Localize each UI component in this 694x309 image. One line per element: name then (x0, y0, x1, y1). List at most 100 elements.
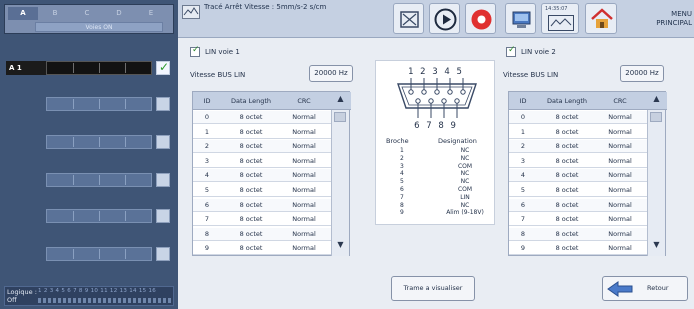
table-row[interactable]: 2 8 octet Normal (509, 140, 648, 154)
table-row[interactable]: 3 8 octet Normal (193, 155, 332, 168)
retour-button[interactable]: Retour (602, 276, 688, 301)
channel-tab-a[interactable]: A (8, 7, 38, 20)
logique-title: Logique : (7, 288, 37, 296)
cell-id: 8 (204, 229, 210, 238)
channel-tab-e[interactable]: E (136, 7, 166, 20)
table-row[interactable]: 8 8 octet Normal (509, 227, 648, 241)
play-button[interactable] (429, 3, 460, 34)
pin-number: 2 (400, 154, 404, 162)
track-divider (125, 99, 126, 109)
track-row-3[interactable] (0, 126, 178, 160)
track-row-a1[interactable]: A 1 ✓ (0, 52, 178, 86)
table-row[interactable]: 4 8 octet Normal (193, 169, 332, 183)
track-enable-checkbox[interactable] (156, 173, 170, 187)
table-row[interactable]: 4 8 octet Normal (509, 169, 648, 183)
track-row-6[interactable] (0, 238, 178, 272)
table-scrollbar[interactable]: ▲ ▼ (647, 94, 665, 256)
scroll-up-button[interactable]: ▲ (332, 92, 349, 106)
table-row[interactable]: 7 8 octet Normal (193, 213, 332, 227)
pin-number: 3 (400, 162, 404, 170)
track-enable-checkbox[interactable] (156, 135, 170, 149)
channel-tab-b[interactable]: B (40, 7, 70, 20)
retour-label: Retour (647, 284, 669, 292)
lin1-frame-table: ID Data Length CRC 0 8 octet Normal 1 8 octe… (192, 91, 351, 256)
toolbar: Tracé Arrêt Vitesse : 5mm/s-2 s/cm 14:35… (178, 0, 694, 38)
track-bar[interactable] (46, 209, 152, 223)
track-row-2[interactable] (0, 88, 178, 122)
main-menu-button[interactable]: MENU PRINCIPAL (622, 10, 692, 28)
zoom-button[interactable] (393, 3, 424, 34)
cell-crc: Normal (608, 113, 632, 121)
logique-strip[interactable]: Logique : Off 1 2 3 4 5 6 7 8 9 10 11 12… (4, 286, 174, 306)
table-row[interactable]: 6 8 octet Normal (509, 198, 648, 212)
cell-data-length: 8 octet (555, 244, 579, 253)
pin-number: 7 (400, 193, 404, 201)
track-bar[interactable] (46, 173, 152, 187)
col-crc-header: CRC (613, 97, 627, 105)
lin2-speed-button[interactable]: 20000 Hz (620, 65, 664, 82)
track-enable-checkbox[interactable] (156, 97, 170, 111)
trace-icon[interactable] (182, 5, 200, 19)
cell-id: 9 (204, 244, 210, 253)
track-row-4[interactable] (0, 164, 178, 198)
track-label (6, 135, 46, 149)
table-row[interactable]: 1 8 octet Normal (193, 126, 332, 139)
scroll-thumb[interactable] (650, 112, 662, 122)
track-divider (73, 137, 74, 147)
track-enable-checkbox[interactable] (156, 209, 170, 223)
back-arrow-icon (607, 281, 633, 297)
table-row[interactable]: 8 8 octet Normal (193, 227, 332, 241)
table-row[interactable]: 7 8 octet Normal (509, 213, 648, 227)
track-divider (99, 175, 100, 185)
table-row[interactable]: 0 8 octet Normal (509, 111, 648, 124)
table-row[interactable]: 9 8 octet Normal (509, 242, 648, 256)
logique-state: Off (7, 296, 17, 304)
track-bar[interactable] (46, 135, 152, 149)
track-enable-checkbox[interactable] (156, 247, 170, 261)
pin-designation: LIN (460, 193, 470, 201)
trame-visualiser-button[interactable]: Trame a visualiser (391, 276, 475, 301)
cell-crc: Normal (292, 200, 316, 209)
cell-data-length: 8 octet (239, 215, 263, 224)
scroll-up-button[interactable]: ▲ (648, 92, 665, 106)
cell-id: 0 (520, 113, 526, 121)
scroll-down-button[interactable]: ▼ (332, 238, 349, 252)
trace-icon (548, 15, 574, 31)
scroll-thumb[interactable] (334, 112, 346, 122)
save-button[interactable] (505, 3, 536, 34)
table-row[interactable]: 0 8 octet Normal (193, 111, 332, 124)
track-divider (99, 249, 100, 259)
clock-button[interactable]: 14:35:07 (541, 3, 579, 34)
cell-id: 3 (204, 156, 210, 165)
table-row[interactable]: 2 8 octet Normal (193, 140, 332, 154)
table-row[interactable]: 3 8 octet Normal (509, 155, 648, 168)
lin2-checkbox[interactable]: ✓ (506, 45, 516, 57)
lin1-checkbox[interactable]: ✓ (190, 45, 200, 57)
scroll-down-button[interactable]: ▼ (648, 238, 665, 252)
col-id-header: ID (203, 97, 211, 105)
track-bar[interactable] (46, 61, 152, 75)
record-button[interactable] (465, 3, 496, 34)
track-label (6, 209, 46, 223)
channel-tab-c[interactable]: C (72, 7, 102, 20)
cell-id: 5 (520, 186, 526, 194)
table-row[interactable]: 6 8 octet Normal (193, 198, 332, 212)
table-row[interactable]: 1 8 octet Normal (509, 126, 648, 139)
track-bar[interactable] (46, 247, 152, 261)
table-row[interactable]: 9 8 octet Normal (193, 242, 332, 256)
table-row[interactable]: 5 8 octet Normal (193, 184, 332, 197)
lin1-speed-button[interactable]: 20000 Hz (309, 65, 353, 82)
cell-crc: Normal (608, 171, 632, 180)
track-bar[interactable] (46, 97, 152, 111)
cell-id: 2 (520, 142, 526, 151)
track-row-5[interactable] (0, 200, 178, 234)
voies-on-label[interactable]: Voies ON (35, 22, 163, 32)
cell-id: 5 (204, 186, 210, 194)
track-divider (73, 175, 74, 185)
pin-designation: NC (460, 170, 470, 178)
table-row[interactable]: 5 8 octet Normal (509, 184, 648, 197)
home-button[interactable] (585, 3, 617, 34)
channel-tab-d[interactable]: D (104, 7, 134, 20)
table-scrollbar[interactable]: ▲ ▼ (331, 94, 349, 256)
track-enable-checkbox[interactable]: ✓ (156, 60, 170, 75)
